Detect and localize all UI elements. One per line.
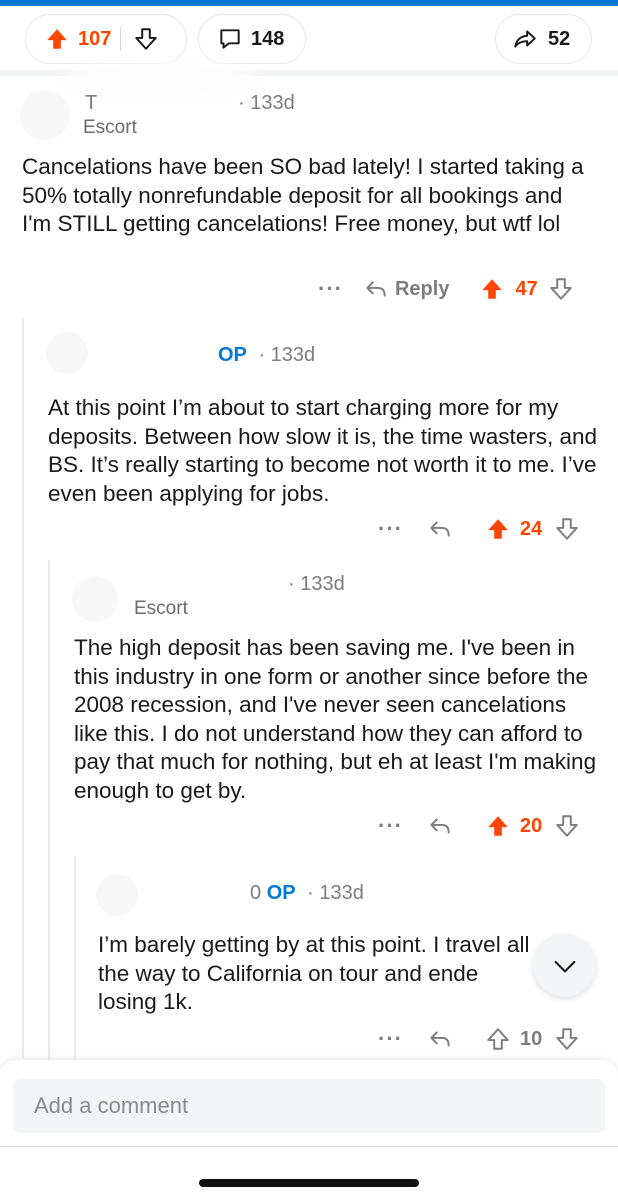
share-count: 52 <box>548 27 571 50</box>
upvote-icon[interactable] <box>485 516 511 542</box>
reply-icon[interactable] <box>427 813 453 839</box>
comment-body: At this point I’m about to start chargin… <box>48 395 598 506</box>
post-action-bar: 107 148 52 <box>0 6 618 70</box>
comment-score: 24 <box>519 517 543 540</box>
user-flair: Escort <box>83 117 137 138</box>
comment-actions: ··· Reply 47 <box>318 274 574 304</box>
thread-line-3 <box>74 856 76 1060</box>
thread-line-1 <box>22 318 24 1058</box>
comment-score: 20 <box>519 814 543 837</box>
post-vote-pill: 107 <box>25 14 187 64</box>
reply-icon[interactable] <box>427 1026 453 1052</box>
comment-meta: OP · 133d <box>218 344 315 367</box>
comments-button[interactable]: 148 <box>198 14 306 64</box>
comment-age: · 133d <box>237 92 295 114</box>
upvote-icon[interactable] <box>485 813 511 839</box>
op-badge: OP <box>218 344 247 366</box>
user-flair: Escort <box>134 598 188 619</box>
more-options-icon[interactable]: ··· <box>318 278 343 300</box>
op-badge: OP <box>266 882 296 904</box>
comment-actions: ··· 20 <box>378 811 580 841</box>
comment-body: Cancelations have been SO bad lately! I … <box>22 154 584 236</box>
avatar[interactable] <box>96 874 138 916</box>
next-comment-button[interactable] <box>533 934 596 997</box>
home-indicator[interactable] <box>199 1179 419 1187</box>
chevron-down-icon <box>554 960 575 972</box>
reply-label: Reply <box>394 277 450 300</box>
comment-age: · 133d <box>307 882 364 904</box>
comment-actions: ··· 10 <box>378 1024 580 1054</box>
comment-age: · 133d <box>258 344 316 366</box>
more-options-icon[interactable]: ··· <box>378 518 403 540</box>
composer-divider <box>0 1146 618 1147</box>
reply-icon <box>366 281 386 297</box>
downvote-icon[interactable] <box>554 813 580 839</box>
comment-count: 148 <box>251 27 285 50</box>
share-icon <box>514 30 536 48</box>
share-button[interactable]: 52 <box>495 14 592 64</box>
reply-icon[interactable] <box>427 516 453 542</box>
author-name[interactable]: 0 <box>250 882 261 904</box>
comment-actions: ··· 24 <box>378 514 580 544</box>
more-options-icon[interactable]: ··· <box>378 1028 403 1050</box>
comment-body: I’m barely getting by at this point. I t… <box>98 932 530 1014</box>
add-comment-input[interactable] <box>13 1079 605 1133</box>
comment-composer <box>0 1060 618 1200</box>
comment-meta: · 133d <box>288 573 345 596</box>
downvote-icon[interactable] <box>133 26 159 52</box>
comment-body: The high deposit has been saving me. I'v… <box>74 635 597 803</box>
upvote-icon[interactable] <box>485 1026 511 1052</box>
comment-score: 47 <box>515 277 538 300</box>
post-upvote-count: 107 <box>78 27 112 50</box>
comment-score: 10 <box>519 1027 543 1050</box>
downvote-icon[interactable] <box>554 1026 580 1052</box>
avatar[interactable] <box>72 576 118 622</box>
upvote-icon[interactable] <box>479 276 505 302</box>
avatar[interactable] <box>20 90 70 140</box>
comment-icon <box>220 29 240 49</box>
more-options-icon[interactable]: ··· <box>378 815 403 837</box>
comment-meta: T · 133d <box>85 92 295 115</box>
downvote-icon[interactable] <box>554 516 580 542</box>
upvote-icon[interactable] <box>44 26 70 52</box>
comment-meta: 0 OP · 133d <box>250 882 364 905</box>
thread-line-2 <box>48 560 50 1060</box>
author-name[interactable]: T <box>85 92 97 114</box>
avatar[interactable] <box>46 332 88 374</box>
vote-separator <box>120 27 121 51</box>
reply-button[interactable]: Reply <box>363 276 449 302</box>
comment-age: · 133d <box>288 573 345 595</box>
downvote-icon[interactable] <box>548 276 574 302</box>
